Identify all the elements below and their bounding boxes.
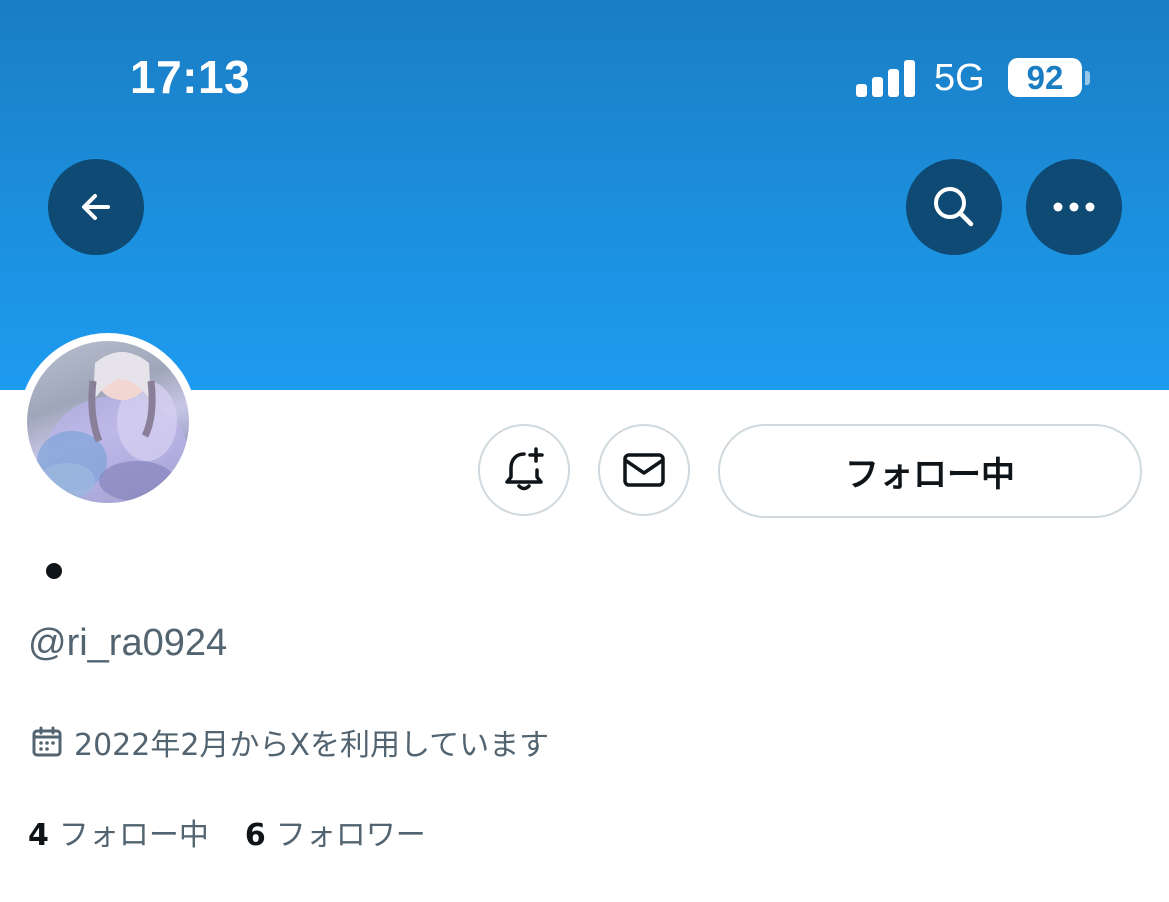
join-date-text: 2022年2月からXを利用しています	[74, 728, 550, 763]
back-button[interactable]	[48, 159, 144, 255]
following-label[interactable]: フォロー中	[59, 810, 209, 854]
bell-plus-icon	[505, 447, 544, 491]
follow-stats: 4 フォロー中 6 フォロワー	[28, 810, 426, 854]
more-horizontal-icon	[1053, 202, 1095, 212]
status-time: 17:13	[130, 51, 251, 103]
battery-level: 92	[1008, 58, 1082, 97]
followers-count[interactable]: 6	[245, 818, 266, 853]
signal-strength-icon	[856, 59, 916, 97]
username-handle: @ri_ra0924	[28, 622, 228, 664]
display-name	[46, 563, 62, 579]
more-options-button[interactable]	[1026, 159, 1122, 255]
notification-button[interactable]	[478, 424, 570, 516]
calendar-icon	[32, 726, 62, 757]
envelope-icon	[623, 453, 665, 487]
message-button[interactable]	[598, 424, 690, 516]
join-date: 2022年2月からXを利用しています	[30, 722, 550, 763]
network-type: 5G	[934, 57, 985, 99]
following-button[interactable]: フォロー中	[718, 424, 1142, 518]
search-button[interactable]	[906, 159, 1002, 255]
avatar-image	[27, 341, 189, 503]
following-count[interactable]: 4	[28, 818, 49, 853]
battery-cap-icon	[1085, 71, 1090, 85]
arrow-left-icon	[82, 194, 110, 220]
followers-label[interactable]: フォロワー	[276, 810, 426, 854]
avatar[interactable]	[19, 333, 197, 511]
search-icon	[934, 187, 974, 227]
